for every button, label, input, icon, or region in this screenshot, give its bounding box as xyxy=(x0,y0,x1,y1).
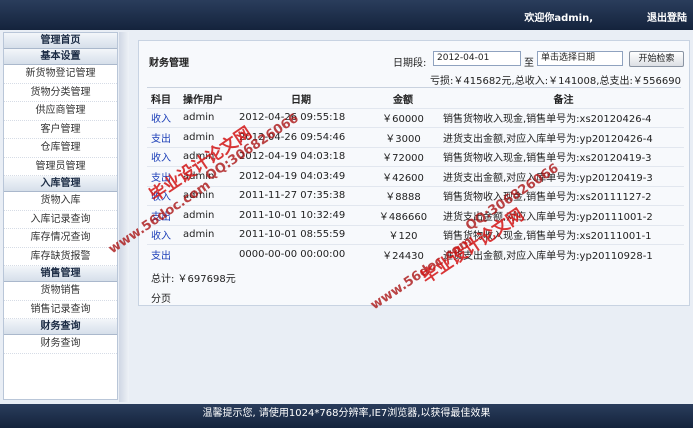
note-cell: 销售货物收入现金,销售单号为:xs20120419-3 xyxy=(439,146,684,167)
date-cell: 0000-00-00 00:00:00 xyxy=(235,244,363,264)
amount-cell: ￥60000 xyxy=(363,107,439,128)
note-cell: 销售货物收入现金,销售单号为:xs20111001-1 xyxy=(439,224,684,245)
table-row: 支出 0000-00-00 00:00:00 ￥24430 进货支出金额,对应入… xyxy=(147,244,684,264)
table-row: 收入 admin 2012-04-26 09:55:18 ￥60000 销售货物… xyxy=(147,107,684,128)
sidebar-item-goods-in[interactable]: 货物入库 xyxy=(4,192,117,211)
sidebar-group-sales[interactable]: 销售管理 xyxy=(4,266,117,282)
sidebar-item-in-records[interactable]: 入库记录查询 xyxy=(4,211,117,229)
col-header-note: 备注 xyxy=(553,95,574,107)
col-header-type: 科目 xyxy=(151,95,171,107)
note-cell: 进货支出金额,对应入库单号为:yp20110928-1 xyxy=(439,244,684,264)
sidebar-menu: 管理首页 基本设置 新货物登记管理 货物分类管理 供应商管理 客户管理 仓库管理… xyxy=(3,32,118,400)
amount-cell: ￥72000 xyxy=(363,146,439,167)
finance-panel: 财务管理 日期段: 2012-04-01 至 单击选择日期 开始检索 亏损:￥4… xyxy=(138,40,690,306)
table-row: 支出 admin 2012-04-19 04:03:49 ￥42600 进货支出… xyxy=(147,166,684,186)
pagination[interactable]: 分页 xyxy=(151,290,171,305)
page-title: 财务管理 xyxy=(149,58,189,69)
sidebar-item-new-goods[interactable]: 新货物登记管理 xyxy=(4,65,117,84)
col-header-date: 日期 xyxy=(291,95,311,107)
table-row: 收入 admin 2011-10-01 08:55:59 ￥120 销售货物收入… xyxy=(147,224,684,245)
type-link[interactable]: 支出 xyxy=(147,205,179,225)
user-cell: admin xyxy=(179,146,235,167)
note-cell: 销售货物收入现金,销售单号为:xs20120426-4 xyxy=(439,107,684,128)
sidebar-item-stock-status[interactable]: 库存情况查询 xyxy=(4,229,117,248)
date-to-input[interactable]: 单击选择日期 xyxy=(537,51,623,66)
amount-cell: ￥3000 xyxy=(363,127,439,147)
amount-cell: ￥486660 xyxy=(363,205,439,225)
divider xyxy=(147,87,681,88)
date-cell: 2011-10-01 08:55:59 xyxy=(235,224,363,245)
sidebar-item-admin[interactable]: 管理员管理 xyxy=(4,158,117,176)
user-cell xyxy=(179,244,235,264)
sidebar-item-supplier[interactable]: 供应商管理 xyxy=(4,102,117,121)
type-link[interactable]: 支出 xyxy=(147,244,179,264)
user-cell: admin xyxy=(179,205,235,225)
type-link[interactable]: 收入 xyxy=(147,107,179,128)
sidebar-splitter[interactable] xyxy=(119,32,129,402)
top-header-bar: 欢迎你admin, 退出登陆 xyxy=(0,0,693,30)
table-header-row: 科目 操作用户 日期 金额 备注 xyxy=(147,90,684,108)
note-cell: 销售货物收入现金,销售单号为:xs20111127-2 xyxy=(439,185,684,206)
date-from-input[interactable]: 2012-04-01 xyxy=(433,51,521,66)
footer-tip: 温馨提示您, 请使用1024*768分辨率,IE7浏览器,以获得最佳效果 xyxy=(0,404,693,428)
amount-cell: ￥120 xyxy=(363,224,439,245)
note-cell: 进货支出金额,对应入库单号为:yp20120426-4 xyxy=(439,127,684,147)
note-cell: 进货支出金额,对应入库单号为:yp20111001-2 xyxy=(439,205,684,225)
user-cell: admin xyxy=(179,127,235,147)
sidebar-group-stock-in[interactable]: 入库管理 xyxy=(4,176,117,192)
type-link[interactable]: 收入 xyxy=(147,224,179,245)
note-cell: 进货支出金额,对应入库单号为:yp20120419-3 xyxy=(439,166,684,186)
type-link[interactable]: 支出 xyxy=(147,166,179,186)
finance-table: 科目 操作用户 日期 金额 备注 收入 admin 2012-04-26 09:… xyxy=(147,90,684,264)
sidebar-group-basic-settings[interactable]: 基本设置 xyxy=(4,49,117,65)
date-cell: 2012-04-19 04:03:18 xyxy=(235,146,363,167)
user-cell: admin xyxy=(179,224,235,245)
sidebar-item-home[interactable]: 管理首页 xyxy=(4,33,117,49)
search-button[interactable]: 开始检索 xyxy=(629,51,684,67)
date-range-label: 日期段: xyxy=(393,58,427,69)
date-cell: 2012-04-26 09:55:18 xyxy=(235,107,363,128)
col-header-user: 操作用户 xyxy=(183,95,223,107)
table-row: 收入 admin 2012-04-19 04:03:18 ￥72000 销售货物… xyxy=(147,146,684,167)
sidebar-item-sale-records[interactable]: 销售记录查询 xyxy=(4,301,117,319)
amount-cell: ￥8888 xyxy=(363,185,439,206)
user-cell: admin xyxy=(179,166,235,186)
type-link[interactable]: 收入 xyxy=(147,185,179,206)
table-row: 支出 admin 2012-04-26 09:54:46 ￥3000 进货支出金… xyxy=(147,127,684,147)
total-amount: 总计: ￥697698元 xyxy=(151,274,236,285)
amount-cell: ￥24430 xyxy=(363,244,439,264)
sidebar-item-goods-category[interactable]: 货物分类管理 xyxy=(4,84,117,102)
date-to-label: 至 xyxy=(524,58,534,69)
type-link[interactable]: 支出 xyxy=(147,127,179,147)
finance-summary: 亏损:￥415682元,总收入:￥141008,总支出:￥556690 xyxy=(430,76,681,87)
sidebar-item-goods-sale[interactable]: 货物销售 xyxy=(4,282,117,301)
sidebar-item-customer[interactable]: 客户管理 xyxy=(4,121,117,139)
table-row: 收入 admin 2011-11-27 07:35:38 ￥8888 销售货物收… xyxy=(147,185,684,206)
date-cell: 2011-11-27 07:35:38 xyxy=(235,185,363,206)
type-link[interactable]: 收入 xyxy=(147,146,179,167)
welcome-text: 欢迎你admin, xyxy=(524,13,593,24)
sidebar-group-finance[interactable]: 财务查询 xyxy=(4,319,117,335)
user-cell: admin xyxy=(179,185,235,206)
table-row: 支出 admin 2011-10-01 10:32:49 ￥486660 进货支… xyxy=(147,205,684,225)
sidebar-item-warehouse[interactable]: 仓库管理 xyxy=(4,139,117,158)
amount-cell: ￥42600 xyxy=(363,166,439,186)
date-cell: 2011-10-01 10:32:49 xyxy=(235,205,363,225)
sidebar-item-stock-alert[interactable]: 库存缺货报警 xyxy=(4,248,117,266)
col-header-amount: 金额 xyxy=(393,95,413,107)
date-cell: 2012-04-19 04:03:49 xyxy=(235,166,363,186)
sidebar-item-finance-query[interactable]: 财务查询 xyxy=(4,335,117,354)
date-cell: 2012-04-26 09:54:46 xyxy=(235,127,363,147)
user-cell: admin xyxy=(179,107,235,128)
logout-link[interactable]: 退出登陆 xyxy=(647,9,687,24)
